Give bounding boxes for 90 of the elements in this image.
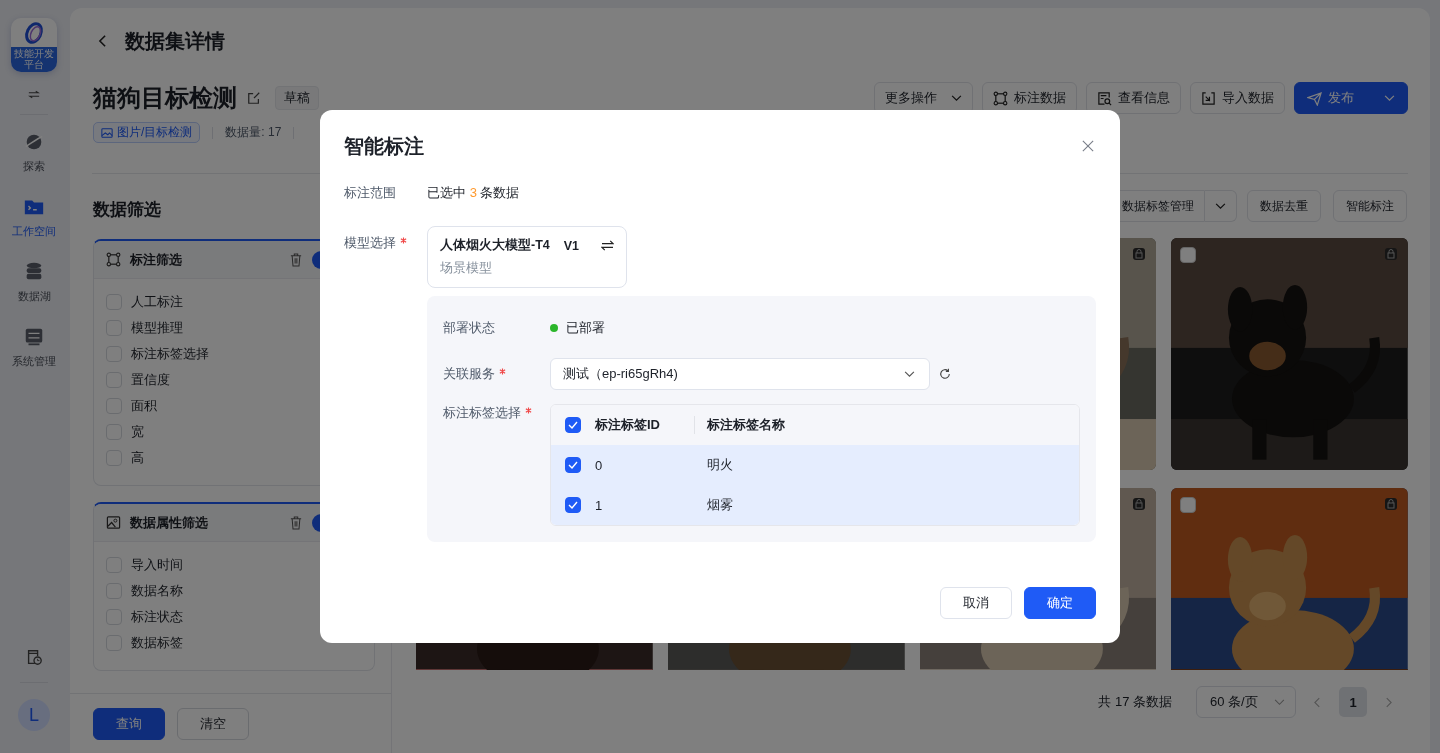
- option-label: 高: [131, 449, 144, 467]
- option-label: 模型推理: [131, 319, 183, 337]
- image-icon: [101, 126, 113, 139]
- table-cell-text: 烟雾: [706, 496, 733, 514]
- close-icon[interactable]: [1082, 140, 1094, 152]
- back-icon[interactable]: [98, 34, 107, 48]
- logo-caption: 技能开发平台: [11, 47, 57, 72]
- checkbox[interactable]: [565, 457, 581, 473]
- collapse-icon[interactable]: [28, 90, 40, 99]
- column-header: 标注标签名称: [706, 416, 785, 434]
- edit-icon[interactable]: [247, 91, 261, 105]
- model-type: 场景模型: [440, 260, 493, 277]
- toolbar-button[interactable]: 智能标注: [1333, 190, 1407, 222]
- previous-page-icon[interactable]: [1314, 696, 1321, 708]
- lock-icon[interactable]: [1132, 247, 1147, 261]
- option-label: 导入时间: [131, 556, 183, 574]
- check-icon: [568, 461, 578, 469]
- image-icon: [106, 515, 121, 530]
- sliders-icon: [23, 326, 45, 348]
- column-header: 标注标签ID: [595, 416, 695, 434]
- trash-icon[interactable]: [290, 515, 302, 530]
- action-button[interactable]: 查看信息: [1086, 82, 1181, 114]
- chevron-down-icon: [951, 94, 962, 102]
- lock-icon[interactable]: [1384, 247, 1398, 261]
- page-title: 数据集详情: [125, 28, 225, 54]
- filter-group-title: 数据属性筛选: [130, 513, 209, 532]
- table-cell-text: 1: [595, 497, 604, 513]
- checkbox[interactable]: [565, 497, 581, 513]
- table-cell-text: 0: [595, 457, 604, 473]
- total-count: 共 17 条数据: [1098, 693, 1172, 711]
- option-label: 面积: [131, 397, 157, 415]
- option-label: 标注状态: [131, 608, 183, 626]
- bounding-box-icon: [106, 252, 121, 267]
- dialog-title: 智能标注: [344, 133, 424, 159]
- field-label: 关联服务: [443, 365, 495, 383]
- chevron-down-icon: [1384, 94, 1395, 102]
- check-icon: [568, 501, 578, 509]
- filter-button[interactable]: 查询: [93, 707, 165, 740]
- field-label: 标注标签选择: [443, 404, 521, 422]
- chevron-down-icon: [904, 370, 915, 378]
- chevron-down-icon: [1274, 698, 1285, 706]
- dialog-button[interactable]: 确定: [1024, 587, 1096, 619]
- check-icon: [568, 421, 578, 429]
- model-name: 人体烟火大模型-T4: [440, 237, 550, 254]
- sidebar-item[interactable]: 工作空间: [12, 196, 56, 239]
- model-version: V1: [563, 238, 581, 253]
- option-label: 人工标注: [131, 293, 183, 311]
- lock-icon[interactable]: [1132, 497, 1147, 511]
- filter-title: 数据筛选: [93, 199, 162, 221]
- sidebar-item[interactable]: 系统管理: [12, 326, 56, 369]
- dialog-button[interactable]: 取消: [940, 587, 1012, 619]
- field-label: 部署状态: [443, 319, 495, 337]
- calendar-clock-icon[interactable]: [25, 648, 43, 666]
- service-select[interactable]: 测试（ep-ri65gRh4): [550, 358, 930, 390]
- document-search-icon: [1097, 90, 1112, 106]
- option-label: 数据标签: [131, 634, 183, 652]
- sidebar-item[interactable]: 探索: [23, 131, 45, 174]
- chevron-down-icon: [1215, 202, 1226, 210]
- table-cell-text: 明火: [706, 456, 733, 474]
- bounding-box-icon: [993, 90, 1008, 106]
- model-card[interactable]: 人体烟火大模型-T4 V1 场景模型: [427, 226, 627, 288]
- next-page-icon[interactable]: [1385, 696, 1392, 708]
- filter-button[interactable]: 清空: [177, 707, 249, 740]
- type-tag: 图片/目标检测: [93, 122, 201, 143]
- scope-text: 已选中 3 条数据: [427, 184, 520, 202]
- dataset-name: 猫狗目标检测: [93, 83, 237, 113]
- field-label: 模型选择: [344, 234, 396, 252]
- filter-group-title: 标注筛选: [130, 250, 183, 269]
- checkbox[interactable]: [565, 417, 581, 433]
- refresh-icon[interactable]: [939, 368, 951, 380]
- option-label: 标注标签选择: [131, 345, 209, 363]
- import-icon: [1201, 90, 1216, 106]
- status-tag: 草稿: [275, 86, 319, 110]
- send-icon: [1307, 90, 1322, 106]
- action-button[interactable]: 发布: [1294, 82, 1408, 114]
- option-label: 置信度: [131, 371, 170, 389]
- swap-icon[interactable]: [601, 240, 614, 251]
- action-button[interactable]: 导入数据: [1190, 82, 1285, 114]
- page-button[interactable]: 1: [1339, 687, 1367, 717]
- sidebar-item[interactable]: 数据湖: [17, 261, 51, 304]
- page-size-select[interactable]: 60 条/页: [1196, 686, 1296, 718]
- toolbar-button[interactable]: 数据去重: [1247, 190, 1321, 222]
- trash-icon[interactable]: [290, 252, 302, 267]
- user-avatar[interactable]: L: [18, 699, 50, 731]
- data-count: 数据量: 17: [225, 124, 282, 141]
- field-label: 标注范围: [344, 184, 396, 202]
- option-label: 宽: [131, 423, 144, 441]
- option-label: 数据名称: [131, 582, 183, 600]
- deploy-status: 已部署: [566, 319, 605, 337]
- lock-icon[interactable]: [1384, 497, 1398, 511]
